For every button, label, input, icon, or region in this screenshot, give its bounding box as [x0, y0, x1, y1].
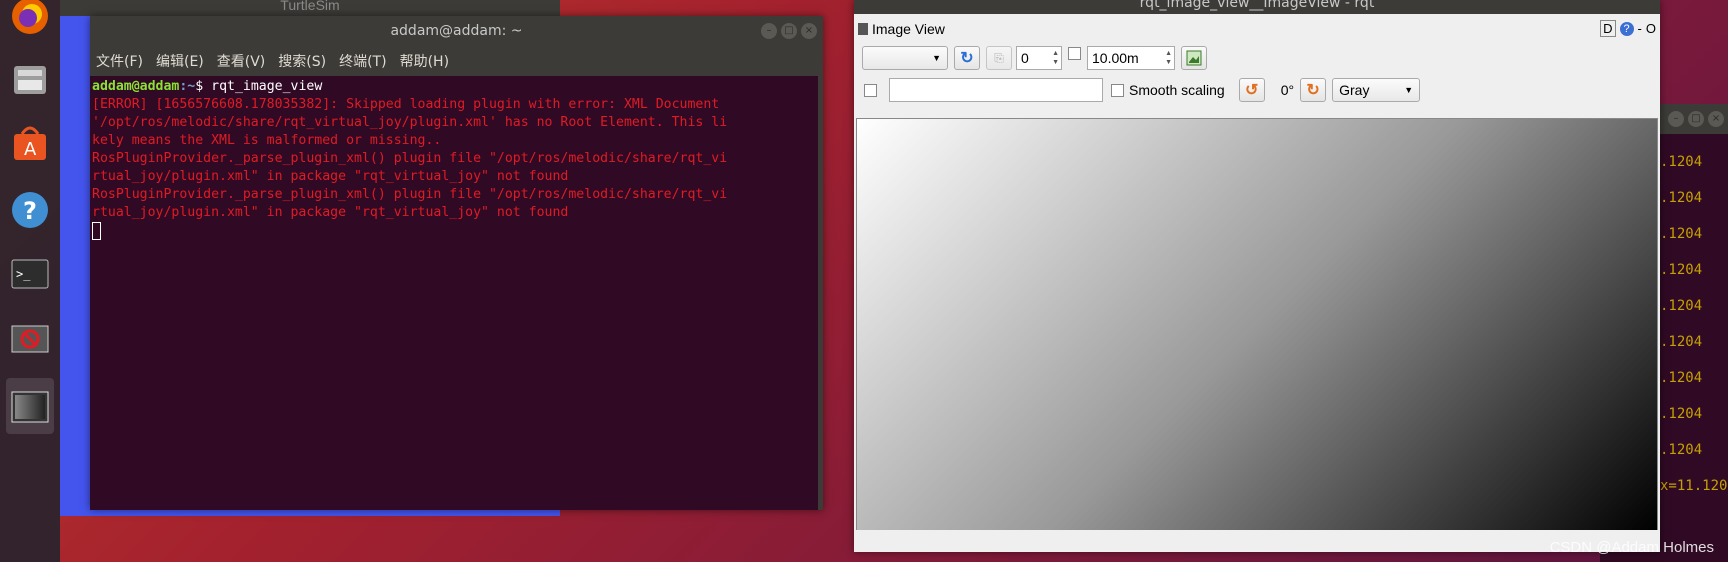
menu-edit[interactable]: 编辑(E)	[156, 51, 204, 71]
error-line: RosPluginProvider._parse_plugin_xml() pl…	[92, 151, 728, 166]
refresh-button[interactable]: ↻	[954, 46, 980, 70]
smooth-scaling-label: Smooth scaling	[1129, 82, 1225, 98]
image-save-icon	[1186, 50, 1202, 66]
smooth-scaling-checkbox[interactable]	[1111, 83, 1124, 97]
dock: A ? >_	[0, 0, 60, 562]
close-icon[interactable]: ×	[1708, 111, 1724, 127]
terminal-title: addam@addam: ~	[390, 23, 523, 39]
command-text: rqt_image_view	[211, 79, 323, 94]
status-bar	[854, 530, 1660, 552]
colormap-value: Gray	[1339, 82, 1370, 98]
prompt-symbol: $	[195, 79, 212, 94]
rotate-left-icon: ↺	[1245, 82, 1259, 99]
timeout-value: 10.00m	[1092, 50, 1139, 66]
spin-arrows-icon[interactable]: ▲ ▼	[1052, 49, 1059, 67]
svg-text:A: A	[24, 139, 37, 160]
rqt-window[interactable]: rqt_image_view__ImageView - rqt Image Vi…	[854, 0, 1660, 552]
terminal-output[interactable]: addam@addam:~$ rqt_image_view [ERROR] [1…	[90, 76, 823, 510]
plugin-title: Image View	[872, 21, 945, 37]
prompt-user: addam@addam	[92, 79, 180, 94]
files-icon[interactable]	[6, 56, 54, 104]
minimize-icon[interactable]: –	[1668, 111, 1684, 127]
svg-text:>_: >_	[16, 267, 31, 281]
svg-text:?: ?	[23, 197, 37, 225]
save-image-button[interactable]	[1181, 46, 1207, 70]
rotate-left-button[interactable]: ↺	[1238, 78, 1265, 102]
menu-terminal[interactable]: 终端(T)	[339, 51, 386, 71]
menu-file[interactable]: 文件(F)	[96, 51, 143, 71]
timeout-checkbox[interactable]	[1068, 46, 1081, 60]
number-spinbox[interactable]: 0 ▲ ▼	[1016, 46, 1062, 70]
help-button[interactable]: ?	[1619, 21, 1634, 36]
chevron-down-icon: ▼	[1404, 85, 1414, 95]
docking-button[interactable]: D	[1600, 20, 1616, 37]
copy-icon: ⎘	[994, 50, 1004, 65]
error-line: kely means the XML is malformed or missi…	[92, 133, 442, 148]
spin-arrows-icon[interactable]: ▲ ▼	[1165, 49, 1172, 67]
minimize-icon[interactable]: –	[761, 23, 777, 39]
close-icon[interactable]: ×	[801, 23, 817, 39]
error-line: rtual_joy/plugin.xml" in package "rqt_vi…	[92, 205, 569, 220]
minimize-plugin-button[interactable]: -	[1638, 21, 1642, 36]
terminal-scrollbar[interactable]	[818, 76, 823, 510]
publish-checkbox[interactable]	[864, 83, 877, 97]
error-line: rtual_joy/plugin.xml" in package "rqt_vi…	[92, 169, 569, 184]
plugin-titlebar: Image View D ? - O	[854, 14, 1660, 44]
window-icon[interactable]	[6, 378, 54, 434]
chevron-down-icon: ▼	[932, 53, 941, 63]
rotate-right-icon: ↻	[1306, 82, 1320, 99]
error-line: '/opt/ros/melodic/share/rqt_virtual_joy/…	[92, 115, 728, 130]
blocked-app-icon[interactable]	[6, 314, 54, 362]
menu-help[interactable]: 帮助(H)	[400, 51, 449, 71]
watermark: CSDN @Addam Holmes	[1549, 539, 1714, 556]
terminal-cursor	[92, 222, 101, 240]
refresh-icon: ↻	[960, 50, 974, 67]
terminal-titlebar: addam@addam: ~ – □ ×	[90, 16, 823, 46]
rotate-right-button[interactable]: ↻	[1300, 78, 1327, 102]
terminal-window[interactable]: addam@addam: ~ – □ × 文件(F) 编辑(E) 查看(V) 搜…	[90, 16, 823, 510]
dock-grip-icon[interactable]	[858, 23, 868, 35]
maximize-icon[interactable]: □	[1688, 111, 1704, 127]
rqt-title: rqt_image_view__ImageView - rqt	[854, 0, 1660, 14]
publish-topic-input[interactable]	[889, 78, 1103, 102]
number-value: 0	[1021, 50, 1029, 66]
firefox-icon[interactable]	[6, 0, 54, 40]
menu-search[interactable]: 搜索(S)	[278, 51, 326, 71]
colormap-dropdown[interactable]: Gray ▼	[1332, 78, 1421, 102]
toolbar-row-2: Smooth scaling ↺ 0° ↻ Gray ▼	[864, 78, 1421, 102]
maximize-icon[interactable]: □	[781, 23, 797, 39]
error-line: RosPluginProvider._parse_plugin_xml() pl…	[92, 187, 728, 202]
error-line: [ERROR] [1656576608.178035382]: Skipped …	[92, 97, 720, 112]
prompt-path: :~	[179, 79, 196, 94]
image-canvas[interactable]	[856, 118, 1658, 532]
copy-button[interactable]: ⎘	[986, 46, 1012, 70]
help-icon[interactable]: ?	[6, 186, 54, 234]
turtlesim-title: TurtleSim	[60, 0, 560, 16]
rotation-label: 0°	[1280, 82, 1295, 98]
terminal-menubar: 文件(F) 编辑(E) 查看(V) 搜索(S) 终端(T) 帮助(H)	[90, 46, 823, 76]
toolbar-row-1: ▼ ↻ ⎘ 0 ▲ ▼ 10.00m ▲ ▼	[862, 46, 1207, 70]
topic-dropdown[interactable]: ▼	[862, 46, 948, 70]
menu-view[interactable]: 查看(V)	[217, 51, 266, 71]
timeout-spinbox[interactable]: 10.00m ▲ ▼	[1087, 46, 1175, 70]
close-plugin-button[interactable]: O	[1646, 21, 1656, 36]
terminal-icon[interactable]: >_	[6, 250, 54, 298]
software-center-icon[interactable]: A	[6, 120, 54, 168]
